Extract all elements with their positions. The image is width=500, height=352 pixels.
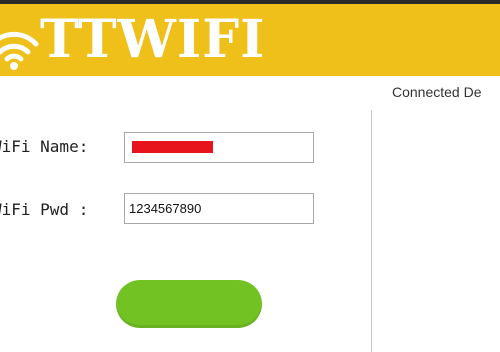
app-window: TTWIFI Connected De WiFi Name: WiFi Pwd … — [0, 0, 500, 352]
wifi-pwd-input[interactable] — [124, 193, 314, 224]
redaction-bar — [132, 141, 213, 153]
connected-devices-heading: Connected De — [392, 84, 482, 100]
panel-divider — [371, 110, 372, 352]
brand-banner: TTWIFI — [0, 4, 500, 76]
wifi-pwd-label: WiFi Pwd : — [0, 200, 89, 219]
wifi-icon — [0, 31, 39, 70]
connect-button[interactable] — [116, 280, 262, 328]
wifi-name-label: WiFi Name: — [0, 137, 89, 156]
brand-title: TTWIFI — [40, 9, 266, 70]
